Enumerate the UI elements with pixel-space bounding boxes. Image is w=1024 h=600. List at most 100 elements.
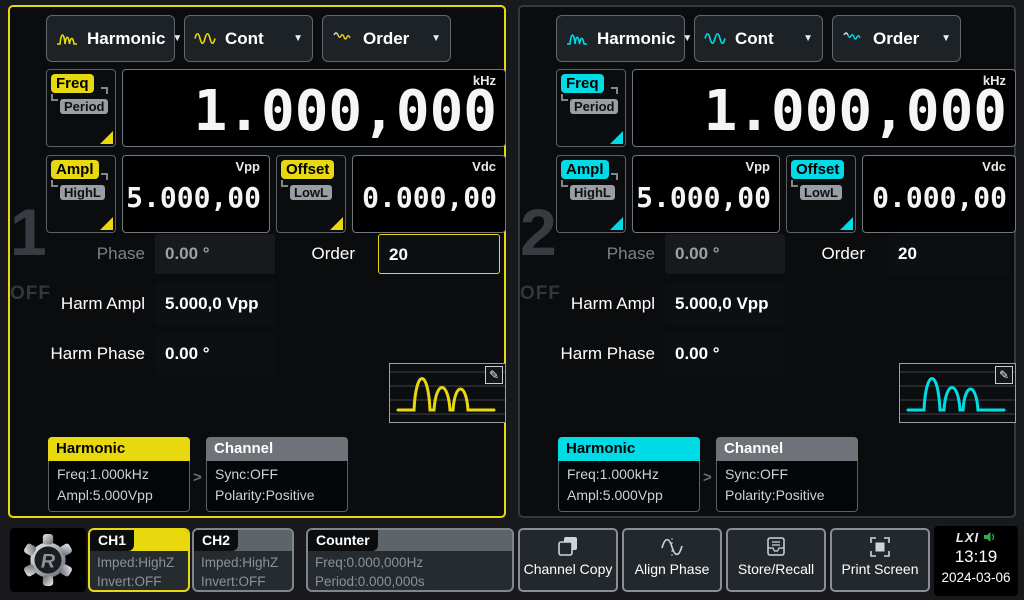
harm-phase-field[interactable]: 0.00 ° (155, 333, 275, 375)
chevron-down-icon: ▼ (293, 33, 303, 44)
dropdown-label: Cont (735, 29, 796, 49)
info-row: Ampl:5.000Vpp (567, 485, 691, 506)
chevron-right-icon: > (193, 469, 202, 486)
channel-info-tab[interactable]: Channel Sync:OFF Polarity:Positive (716, 437, 858, 512)
info-row: Freq:1.000kHz (57, 464, 181, 485)
phase-field[interactable]: 0.00 ° (155, 234, 275, 274)
corner-bracket-icon (611, 87, 618, 94)
ch2-status-tab[interactable]: CH2 Imped:HighZ Invert:OFF (192, 528, 294, 592)
channel-copy-button[interactable]: Channel Copy (518, 528, 618, 592)
system-menu-button[interactable]: R (10, 528, 86, 592)
ampl-value: 5.000,00 (636, 181, 771, 214)
button-label: Store/Recall (728, 560, 824, 578)
status-row: Imped:HighZ (201, 553, 285, 572)
order-type-dropdown[interactable]: Order ▼ (832, 15, 961, 62)
offset-badge[interactable]: Offset (791, 160, 844, 179)
chevron-down-icon: ▼ (803, 33, 813, 44)
run-mode-dropdown[interactable]: Cont ▼ (694, 15, 823, 62)
waveform-preview[interactable]: ✎ (389, 363, 506, 423)
info-tab-title[interactable]: Harmonic (48, 437, 190, 461)
offset-lowl-selector[interactable]: Offset LowL (276, 155, 346, 233)
period-badge[interactable]: Period (570, 99, 618, 114)
order-type-dropdown[interactable]: Order ▼ (322, 15, 451, 62)
ch1-tab-title: CH1 (90, 530, 134, 551)
print-screen-button[interactable]: Print Screen (830, 528, 930, 592)
order-wave-icon (842, 30, 866, 47)
info-tab-title[interactable]: Channel (716, 437, 858, 461)
ampl-highl-selector[interactable]: Ampl HighL (556, 155, 626, 233)
freq-value: 1.000,000 (194, 79, 497, 144)
info-row: Sync:OFF (725, 464, 849, 485)
period-badge[interactable]: Period (60, 99, 108, 114)
info-row: Freq:1.000kHz (567, 464, 691, 485)
highl-badge[interactable]: HighL (60, 185, 105, 200)
harmonic-info-tab[interactable]: Harmonic Freq:1.000kHz Ampl:5.000Vpp (558, 437, 700, 512)
corner-bracket-icon (51, 180, 58, 187)
info-tab-title[interactable]: Harmonic (558, 437, 700, 461)
channel-1-panel: 1 OFF Harmonic ▼ Cont ▼ Order ▼ Freq (8, 5, 506, 518)
freq-period-selector[interactable]: Freq Period (556, 69, 626, 147)
ch1-status-tab[interactable]: CH1 Imped:HighZ Invert:OFF (88, 528, 190, 592)
edit-waveform-icon[interactable]: ✎ (485, 366, 503, 384)
copy-icon (555, 534, 581, 560)
order-field[interactable]: 20 (888, 234, 1010, 274)
chevron-right-icon: > (703, 469, 712, 486)
offset-badge[interactable]: Offset (281, 160, 334, 179)
freq-badge[interactable]: Freq (51, 74, 94, 93)
ch2-tab-title: CH2 (194, 530, 238, 551)
ampl-unit: Vpp (745, 159, 770, 174)
harm-ampl-field[interactable]: 5.000,0 Vpp (665, 283, 785, 325)
freq-badge[interactable]: Freq (561, 74, 604, 93)
harmonic-info-tab[interactable]: Harmonic Freq:1.000kHz Ampl:5.000Vpp (48, 437, 190, 512)
corner-bracket-icon (51, 94, 58, 101)
run-mode-dropdown[interactable]: Cont ▼ (184, 15, 313, 62)
offset-lowl-selector[interactable]: Offset LowL (786, 155, 856, 233)
counter-tab-title: Counter (308, 530, 378, 551)
offset-display[interactable]: Vdc 0.000,00 (352, 155, 506, 233)
offset-unit: Vdc (982, 159, 1006, 174)
ampl-highl-selector[interactable]: Ampl HighL (46, 155, 116, 233)
info-row: Polarity:Positive (215, 485, 339, 506)
toggle-triangle-icon (100, 131, 113, 144)
ampl-unit: Vpp (235, 159, 260, 174)
harm-phase-field[interactable]: 0.00 ° (665, 333, 785, 375)
harmonic-waveform-dropdown[interactable]: Harmonic ▼ (556, 15, 685, 62)
highl-badge[interactable]: HighL (570, 185, 615, 200)
info-tab-title[interactable]: Channel (206, 437, 348, 461)
sine-wave-icon (194, 30, 218, 47)
channel-info-tab[interactable]: Channel Sync:OFF Polarity:Positive (206, 437, 348, 512)
freq-display[interactable]: kHz 1.000,000 (632, 69, 1016, 147)
dropdown-label: Harmonic (597, 29, 675, 49)
offset-value: 0.000,00 (362, 181, 497, 214)
harm-ampl-field[interactable]: 5.000,0 Vpp (155, 283, 275, 325)
corner-bracket-icon (561, 94, 568, 101)
rigol-gear-logo-icon: R (21, 533, 75, 587)
ampl-badge[interactable]: Ampl (51, 160, 99, 179)
button-label: Channel Copy (520, 560, 616, 578)
ampl-display[interactable]: Vpp 5.000,00 (122, 155, 270, 233)
ampl-display[interactable]: Vpp 5.000,00 (632, 155, 780, 233)
lxi-logo: LXI (956, 530, 979, 545)
freq-period-selector[interactable]: Freq Period (46, 69, 116, 147)
counter-status-tab[interactable]: Counter Freq:0.000,000Hz Period:0.000,00… (306, 528, 514, 592)
lowl-badge[interactable]: LowL (290, 185, 332, 200)
channel-2-panel: 2 OFF Harmonic ▼ Cont ▼ Order ▼ Freq Pe (518, 5, 1016, 518)
dropdown-label: Harmonic (87, 29, 165, 49)
lowl-badge[interactable]: LowL (800, 185, 842, 200)
phase-field[interactable]: 0.00 ° (665, 234, 785, 274)
order-label: Order (298, 234, 355, 274)
waveform-toolbar: Harmonic ▼ Cont ▼ Order ▼ (556, 15, 961, 62)
harmonic-waveform-dropdown[interactable]: Harmonic ▼ (46, 15, 175, 62)
ampl-badge[interactable]: Ampl (561, 160, 609, 179)
align-phase-button[interactable]: Align Phase (622, 528, 722, 592)
freq-display[interactable]: kHz 1.000,000 (122, 69, 506, 147)
offset-value: 0.000,00 (872, 181, 1007, 214)
offset-display[interactable]: Vdc 0.000,00 (862, 155, 1016, 233)
button-label: Align Phase (624, 560, 720, 578)
store-recall-button[interactable]: Store/Recall (726, 528, 826, 592)
sine-wave-icon (704, 30, 728, 47)
harmonic-wave-icon (566, 30, 590, 47)
order-field[interactable]: 20 (378, 234, 500, 274)
waveform-preview[interactable]: ✎ (899, 363, 1016, 423)
edit-waveform-icon[interactable]: ✎ (995, 366, 1013, 384)
